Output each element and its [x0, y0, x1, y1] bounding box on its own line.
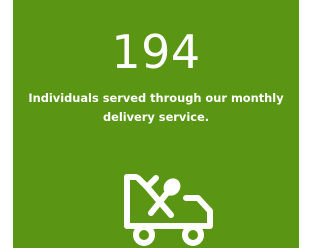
stat-number: 194	[111, 25, 201, 79]
stat-caption: Individuals served through our monthly d…	[28, 91, 284, 124]
stat-card: 194 Individuals served through our month…	[13, 0, 299, 248]
meal-delivery-truck-icon	[124, 174, 213, 246]
